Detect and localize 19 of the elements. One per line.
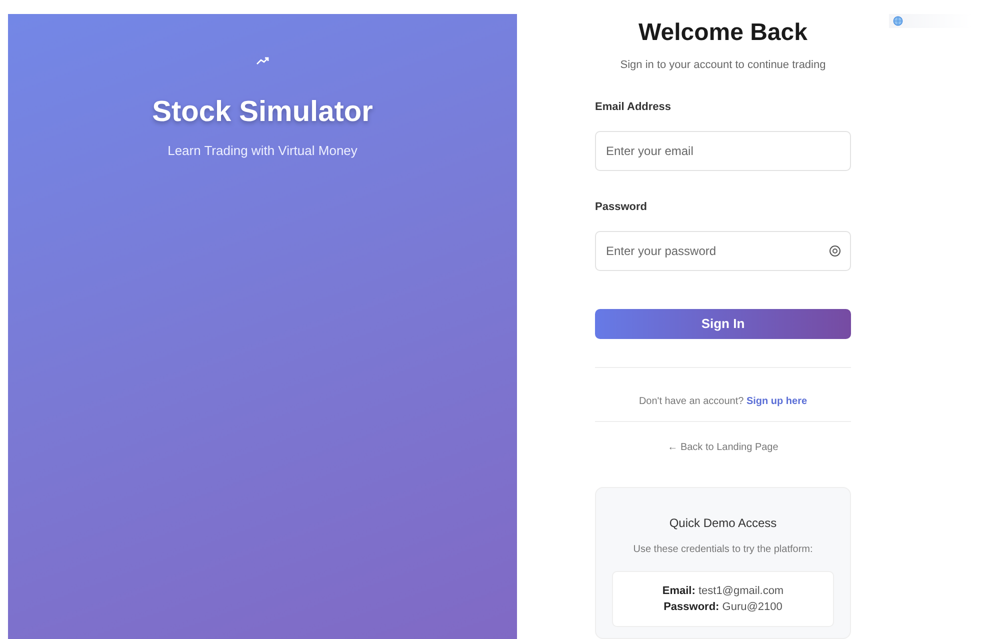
password-field[interactable]: Enter your password bbox=[595, 231, 851, 271]
credential-line: Password: Guru@2100 bbox=[664, 600, 782, 614]
demo-subtitle: Use these credentials to try the platform: bbox=[633, 544, 813, 555]
field-label: Email Address bbox=[595, 101, 672, 113]
field-label: Password bbox=[595, 201, 648, 213]
globe-icon bbox=[893, 16, 903, 26]
eye-icon[interactable] bbox=[829, 245, 841, 257]
back-link[interactable]: ← Back to Landing Page bbox=[668, 442, 778, 453]
demo-title: Quick Demo Access bbox=[669, 516, 777, 530]
login-subtitle: Sign in to your account to continue trading bbox=[619, 59, 827, 71]
login-title: Welcome Back bbox=[638, 19, 808, 47]
sign-in-button[interactable]: Sign In bbox=[595, 309, 851, 339]
app-title: Stock Simulator bbox=[152, 96, 373, 129]
credential-line: Email: test1@gmail.com bbox=[662, 584, 784, 598]
app-tagline: Learn Trading with Virtual Money bbox=[168, 143, 358, 158]
signup-prompt: Don't have an account? Sign up here bbox=[638, 396, 808, 407]
trend-up-icon bbox=[256, 56, 270, 66]
signup-link[interactable]: Sign up here bbox=[746, 396, 808, 407]
email-field[interactable]: Enter your email bbox=[595, 131, 851, 171]
